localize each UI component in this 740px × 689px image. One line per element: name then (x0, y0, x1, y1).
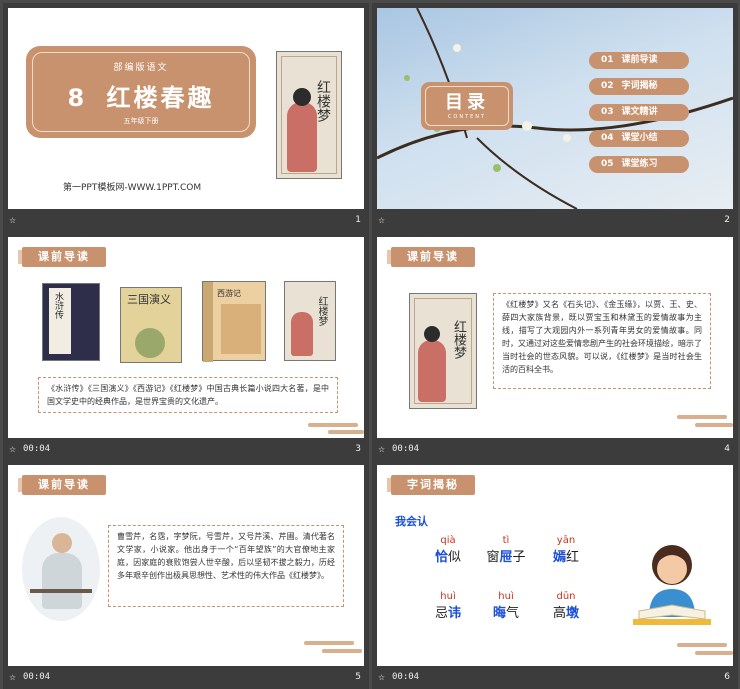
star-icon: ☆ (9, 445, 17, 454)
section-heading: 我会认 (395, 515, 428, 528)
slide-number: 2 (724, 215, 730, 225)
word-item: huì 忌讳 (434, 591, 462, 621)
slide-thumb-1[interactable]: 部编版语文 8 红楼春趣 五年级下册 第一PPT模板网-WWW.1PPT.COM… (3, 3, 369, 232)
decor-stripe (695, 651, 733, 655)
section-badge: 课前导读 (18, 247, 106, 267)
girl-reading-illustration (633, 545, 711, 625)
book-cover-hongloumeng: 红楼梦 (409, 293, 477, 409)
star-icon: ☆ (9, 216, 17, 225)
title-plate: 部编版语文 8 红楼春趣 五年级下册 (26, 46, 256, 138)
word-item: huì 晦气 (492, 591, 520, 621)
star-icon: ☆ (378, 216, 386, 225)
book-cover-sanguoyanyi: 三国演义 (120, 287, 182, 363)
word-item: qià 恰似 (434, 535, 462, 565)
book-cover-xiyouji: 西游记 (202, 281, 266, 362)
toc-item[interactable]: 02 字词揭秘 (589, 78, 689, 95)
timing: 00:04 (392, 672, 420, 682)
star-icon: ☆ (9, 673, 17, 682)
section-badge: 字词揭秘 (387, 475, 475, 495)
toc-item[interactable]: 04 课堂小结 (589, 130, 689, 147)
slide-number: 3 (355, 444, 361, 454)
star-icon: ☆ (378, 673, 386, 682)
toc-item[interactable]: 03 课文精讲 (589, 104, 689, 121)
book-cover-hongloumeng: 红楼梦 (276, 51, 342, 179)
slide-number: 5 (355, 672, 361, 682)
slide-thumb-2[interactable]: 目录 CONTENT 01 课前导读 02 字词揭秘 03 课文精讲 04 课堂小结 0… (372, 3, 738, 232)
slide-thumb-3[interactable]: 课前导读 水浒传 三国演义 西游记 红楼梦 《水浒传》《三国演义》《西游记》《红… (3, 232, 369, 461)
section-badge: 课前导读 (18, 475, 106, 495)
slide-thumb-4[interactable]: 课前导读 红楼梦 《红楼梦》又名《石头记》、《金玉缘》，以贾、王、史、薛四大家族… (372, 232, 738, 461)
decor-stripe (695, 423, 733, 427)
word-item: dūn 高墩 (552, 591, 580, 621)
website-label: 第一PPT模板网-WWW.1PPT.COM (63, 183, 202, 193)
book-cover-shuihuzhuan: 水浒传 (42, 283, 100, 361)
book-cover-hongloumeng: 红楼梦 (284, 281, 336, 361)
slide-number: 6 (724, 672, 730, 682)
toc-title-box: 目录 CONTENT (421, 82, 513, 130)
timing: 00:04 (392, 444, 420, 454)
word-item: tì 窗屉子 (486, 535, 526, 565)
slide-number: 1 (355, 215, 361, 225)
word-item: yān 嫣红 (552, 535, 580, 565)
lesson-number: 8 (67, 84, 88, 112)
small-title: 部编版语文 (113, 63, 169, 73)
toc-list: 01 课前导读 02 字词揭秘 03 课文精讲 04 课堂小结 05 课堂练习 (589, 52, 689, 182)
toc-item[interactable]: 01 课前导读 (589, 52, 689, 69)
toc-subtitle: CONTENT (447, 114, 487, 120)
decor-stripe (328, 430, 364, 434)
intro-text-box: 《红楼梦》又名《石头记》、《金玉缘》，以贾、王、史、薛四大家族背景，既以贾宝玉和… (493, 293, 711, 389)
portrait-oval (22, 517, 100, 621)
slide-number: 4 (724, 444, 730, 454)
decor-stripe (322, 649, 362, 653)
timing: 00:04 (23, 672, 51, 682)
slide-thumb-6[interactable]: 字词揭秘 我会认 qià 恰似 tì 窗屉子 yān 嫣红 huì 忌讳 huì… (372, 460, 738, 689)
toc-title: 目录 (445, 92, 489, 113)
toc-item[interactable]: 05 课堂练习 (589, 156, 689, 173)
author-text-box: 曹雪芹，名霑，字梦阮，号雪芹，又号芹溪、芹圃。清代著名文学家，小说家。他出身于一… (108, 525, 344, 607)
decor-stripe (308, 423, 358, 427)
slide-thumb-5[interactable]: 课前导读 曹雪芹，名霑，字梦阮，号雪芹，又号芹溪、芹圃。清代著名文学家，小说家。… (3, 460, 369, 689)
decor-stripe (677, 643, 727, 647)
section-badge: 课前导读 (387, 247, 475, 267)
caption-box: 《水浒传》《三国演义》《西游记》《红楼梦》中国古典长篇小说四大名著，是中国文学史… (38, 377, 338, 413)
grade-label: 五年级下册 (123, 117, 159, 125)
star-icon: ☆ (378, 445, 386, 454)
timing: 00:04 (23, 444, 51, 454)
decor-stripe (677, 415, 727, 419)
decor-stripe (304, 641, 354, 645)
lesson-title: 红楼春趣 (106, 84, 215, 112)
